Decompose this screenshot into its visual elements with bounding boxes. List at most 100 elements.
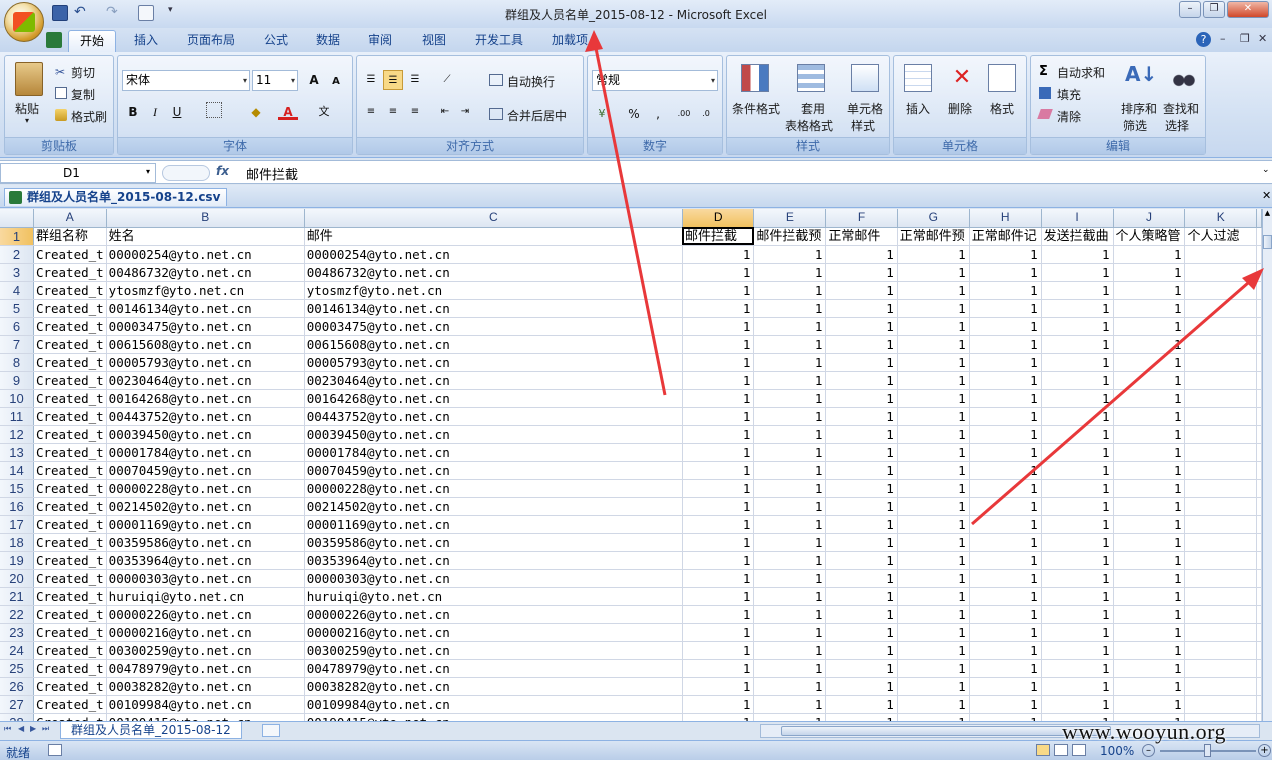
cell[interactable]	[1184, 533, 1257, 552]
flag-cell[interactable]: 1	[1041, 425, 1114, 444]
flag-cell[interactable]: 1	[969, 587, 1042, 606]
row-header[interactable]: 2	[0, 245, 34, 264]
row-header[interactable]: 11	[0, 407, 34, 426]
flag-cell[interactable]: 1	[753, 443, 827, 462]
orientation-icon[interactable]: ⟋	[437, 70, 457, 90]
flag-cell[interactable]: 1	[825, 497, 898, 516]
page-layout-view-icon[interactable]	[1054, 744, 1068, 756]
page-break-view-icon[interactable]	[1072, 744, 1086, 756]
flag-cell[interactable]: 1	[1041, 623, 1114, 642]
column-header-f[interactable]: F	[825, 209, 898, 228]
flag-cell[interactable]: 1	[969, 497, 1042, 516]
flag-cell[interactable]: 1	[825, 443, 898, 462]
group-name-cell[interactable]: Created_t	[33, 407, 107, 426]
cell[interactable]	[1256, 533, 1262, 552]
flag-cell[interactable]: 1	[682, 407, 755, 426]
cell[interactable]	[1256, 425, 1262, 444]
name-cell[interactable]: 00109984@yto.net.cn	[106, 695, 305, 714]
email-cell[interactable]: ytosmzf@yto.net.cn	[304, 281, 683, 300]
close-button[interactable]: ✕	[1227, 1, 1269, 18]
column-header-d[interactable]: D	[682, 209, 755, 228]
tab-data[interactable]: 数据	[306, 30, 350, 52]
group-name-cell[interactable]: Created_t	[33, 281, 107, 300]
flag-cell[interactable]: 1	[897, 299, 970, 318]
name-cell[interactable]: 00146134@yto.net.cn	[106, 299, 305, 318]
cell[interactable]	[1256, 335, 1262, 354]
cell[interactable]	[1184, 335, 1257, 354]
name-cell[interactable]: 00000228@yto.net.cn	[106, 479, 305, 498]
cell[interactable]	[1184, 479, 1257, 498]
flag-cell[interactable]: 1	[1113, 533, 1186, 552]
name-cell[interactable]: 00005793@yto.net.cn	[106, 353, 305, 372]
format-cells-button[interactable]: 格式	[990, 100, 1014, 117]
row-header[interactable]: 28	[0, 713, 34, 721]
flag-cell[interactable]: 1	[1113, 317, 1186, 336]
flag-cell[interactable]: 1	[1113, 281, 1186, 300]
group-name-cell[interactable]: Created_t	[33, 695, 107, 714]
flag-cell[interactable]: 1	[682, 245, 755, 264]
flag-cell[interactable]: 1	[753, 659, 827, 678]
flag-cell[interactable]: 1	[1041, 497, 1114, 516]
flag-cell[interactable]: 1	[825, 407, 898, 426]
cell[interactable]	[1184, 263, 1257, 282]
flag-cell[interactable]: 1	[969, 281, 1042, 300]
email-cell[interactable]: 00443752@yto.net.cn	[304, 407, 683, 426]
flag-cell[interactable]: 1	[682, 299, 755, 318]
header-cell[interactable]: 邮件拦截	[682, 227, 755, 246]
flag-cell[interactable]: 1	[825, 677, 898, 696]
flag-cell[interactable]: 1	[1041, 389, 1114, 408]
cell[interactable]	[1184, 389, 1257, 408]
flag-cell[interactable]: 1	[1041, 353, 1114, 372]
cell[interactable]	[1184, 677, 1257, 696]
cell[interactable]	[1256, 389, 1262, 408]
flag-cell[interactable]: 1	[897, 281, 970, 300]
cell[interactable]	[1184, 317, 1257, 336]
row-header[interactable]: 25	[0, 659, 34, 678]
flag-cell[interactable]: 1	[897, 425, 970, 444]
flag-cell[interactable]: 1	[682, 335, 755, 354]
flag-cell[interactable]: 1	[825, 245, 898, 264]
flag-cell[interactable]: 1	[682, 461, 755, 480]
flag-cell[interactable]: 1	[897, 461, 970, 480]
formula-toggle-icon[interactable]	[162, 165, 210, 181]
name-cell[interactable]: 00038282@yto.net.cn	[106, 677, 305, 696]
group-name-cell[interactable]: Created_t	[33, 641, 107, 660]
flag-cell[interactable]: 1	[969, 551, 1042, 570]
flag-cell[interactable]: 1	[753, 281, 827, 300]
header-cell[interactable]: 邮件拦截预	[753, 227, 827, 246]
cell[interactable]	[1256, 353, 1262, 372]
name-cell[interactable]: 00353964@yto.net.cn	[106, 551, 305, 570]
flag-cell[interactable]: 1	[753, 497, 827, 516]
format-as-table-line1[interactable]: 套用	[801, 100, 825, 117]
flag-cell[interactable]: 1	[897, 389, 970, 408]
zoom-slider-thumb[interactable]	[1204, 744, 1211, 757]
increase-indent-icon[interactable]: ⇥	[455, 102, 475, 122]
cell[interactable]	[1256, 317, 1262, 336]
cell[interactable]	[1256, 587, 1262, 606]
flag-cell[interactable]: 1	[682, 533, 755, 552]
cell[interactable]	[1184, 299, 1257, 318]
flag-cell[interactable]: 1	[753, 389, 827, 408]
row-header[interactable]: 14	[0, 461, 34, 480]
flag-cell[interactable]: 1	[969, 713, 1042, 721]
flag-cell[interactable]: 1	[897, 479, 970, 498]
flag-cell[interactable]: 1	[825, 353, 898, 372]
align-top-icon[interactable]: ☰	[361, 70, 381, 90]
cell[interactable]	[1184, 551, 1257, 570]
grow-font-icon[interactable]: A	[304, 70, 324, 90]
group-name-cell[interactable]: Created_t	[33, 497, 107, 516]
cell[interactable]	[1256, 371, 1262, 390]
number-format-select[interactable]: 常规 ▾	[592, 70, 718, 91]
name-cell[interactable]: 00003475@yto.net.cn	[106, 317, 305, 336]
tab-addins[interactable]: 加载项	[542, 30, 598, 52]
flag-cell[interactable]: 1	[1113, 587, 1186, 606]
zoom-level[interactable]: 100%	[1100, 744, 1134, 758]
name-cell[interactable]: 00615608@yto.net.cn	[106, 335, 305, 354]
cell-styles-line1[interactable]: 单元格	[847, 100, 883, 117]
flag-cell[interactable]: 1	[753, 713, 827, 721]
cell[interactable]	[1184, 353, 1257, 372]
flag-cell[interactable]: 1	[897, 371, 970, 390]
percent-icon[interactable]: %	[624, 104, 644, 124]
flag-cell[interactable]: 1	[969, 641, 1042, 660]
align-right-icon[interactable]: ≡	[405, 102, 425, 122]
